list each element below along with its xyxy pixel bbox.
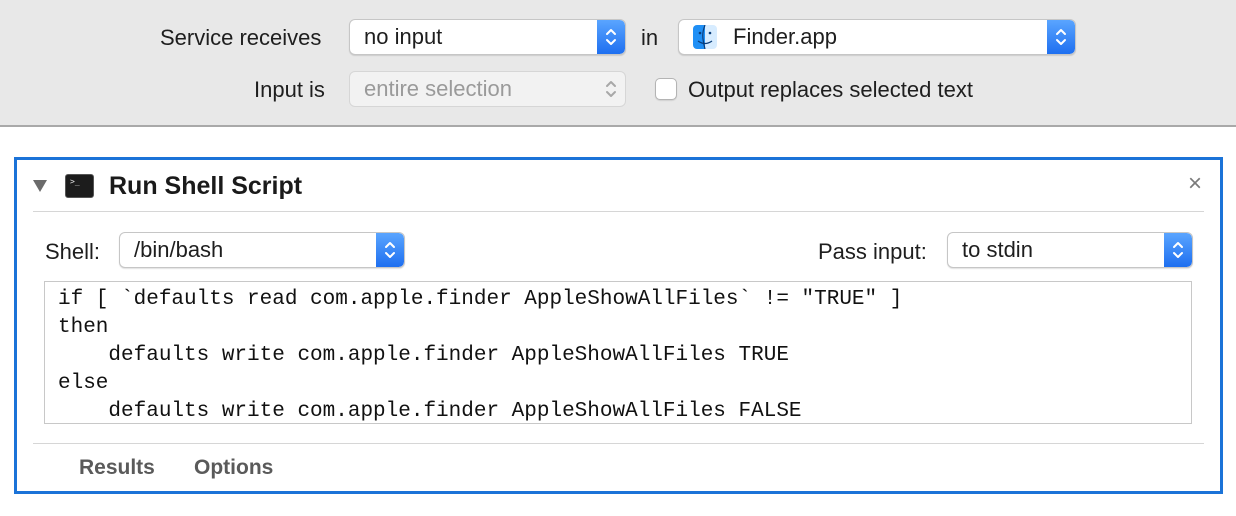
popup-stepper-icon [597, 20, 625, 54]
script-line: then [58, 316, 109, 339]
disclosure-triangle-icon[interactable] [33, 180, 47, 192]
tab-results[interactable]: Results [79, 456, 155, 480]
input-is-value: entire selection [364, 76, 512, 101]
popup-stepper-icon [1047, 20, 1075, 54]
finder-icon [693, 25, 717, 49]
script-editor[interactable]: if [ `defaults read com.apple.finder App… [44, 281, 1192, 424]
popup-stepper-icon [1164, 233, 1192, 267]
in-label: in [641, 25, 659, 50]
pass-input-value: to stdin [962, 237, 1033, 262]
shell-label: Shell: [45, 239, 101, 264]
application-value: Finder.app [733, 24, 837, 49]
output-replaces-label: Output replaces selected text [688, 77, 973, 102]
popup-stepper-icon [376, 233, 404, 267]
input-is-label: Input is [254, 77, 325, 102]
action-title: Run Shell Script [109, 172, 303, 200]
pass-input-label: Pass input: [818, 239, 927, 264]
close-icon[interactable]: × [1188, 172, 1202, 196]
shell-popup[interactable]: /bin/bash [119, 232, 405, 268]
script-line: defaults write com.apple.finder AppleSho… [58, 400, 802, 423]
popup-stepper-icon [597, 72, 625, 106]
application-popup[interactable]: Finder.app [678, 19, 1076, 55]
run-shell-script-action: >_ Run Shell Script × Shell: /bin/bash P… [14, 157, 1223, 494]
input-is-popup[interactable]: entire selection [349, 71, 626, 107]
service-receives-label: Service receives [160, 25, 322, 50]
header-divider [33, 211, 1204, 212]
script-line: if [ `defaults read com.apple.finder App… [58, 288, 903, 311]
pass-input-popup[interactable]: to stdin [947, 232, 1193, 268]
terminal-icon: >_ [65, 174, 94, 198]
script-line: else [58, 372, 109, 395]
script-line: defaults write com.apple.finder AppleSho… [58, 344, 789, 367]
service-receives-value: no input [364, 24, 443, 49]
tab-options[interactable]: Options [194, 456, 273, 480]
footer-divider [33, 443, 1204, 444]
service-receives-popup[interactable]: no input [349, 19, 626, 55]
output-replaces-checkbox[interactable] [655, 78, 677, 100]
service-settings-bar: Service receives no input in Finder.app … [0, 0, 1236, 127]
shell-value: /bin/bash [134, 237, 224, 262]
